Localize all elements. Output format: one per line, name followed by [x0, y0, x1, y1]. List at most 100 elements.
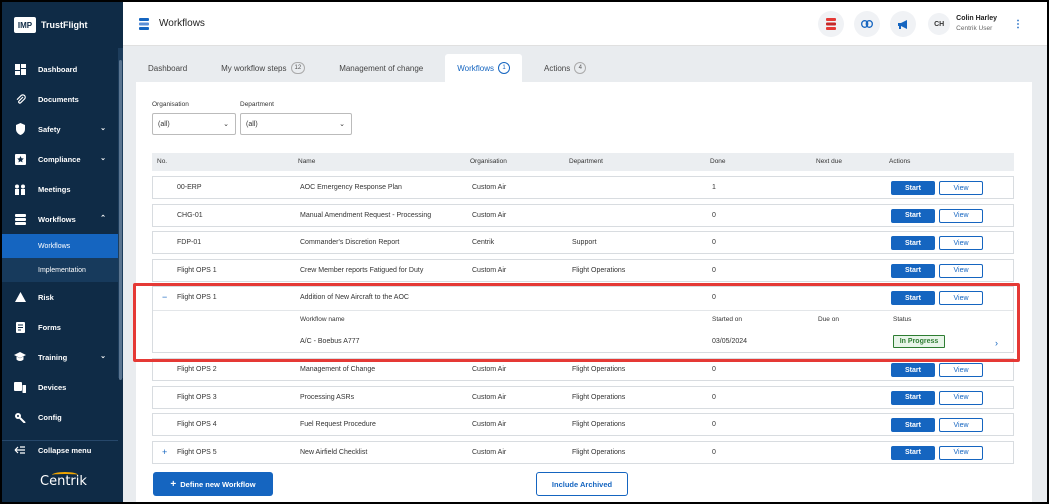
sidebar-item-risk[interactable]: Risk — [2, 282, 118, 312]
col-name[interactable]: Name — [298, 158, 315, 165]
start-button[interactable]: Start — [891, 363, 935, 377]
forms-icon — [14, 321, 26, 333]
start-button[interactable]: Start — [891, 236, 935, 250]
start-button[interactable]: Start — [891, 418, 935, 432]
view-button[interactable]: View — [939, 181, 983, 195]
expanded-table-row: − Flight OPS 1 Addition of New Aircraft … — [152, 286, 1014, 353]
table-row[interactable]: 00-ERP AOC Emergency Response Plan Custom … — [152, 176, 1014, 199]
cell-department: Flight Operations — [572, 366, 626, 373]
view-button[interactable]: View — [939, 445, 983, 460]
view-button[interactable]: View — [939, 236, 983, 250]
view-button[interactable]: View — [939, 418, 983, 432]
organisation-select[interactable]: (all) ⌄ — [152, 113, 236, 135]
stack-icon — [826, 18, 837, 30]
cell-name: Crew Member reports Fatigued for Duty — [300, 266, 424, 274]
col-next-due[interactable]: Next due — [816, 158, 842, 165]
sidebar-item-documents[interactable]: Documents — [2, 84, 118, 114]
cell-name: Addition of New Aircraft to the AOC — [300, 294, 409, 301]
count-badge: 1 — [498, 62, 510, 74]
sidebar-item-meetings[interactable]: Meetings — [2, 174, 118, 204]
sidebar-item-safety[interactable]: Safety ⌄ — [2, 114, 118, 144]
sidebar-item-compliance[interactable]: Compliance ⌄ — [2, 144, 118, 174]
cell-organisation: Custom Air — [472, 448, 507, 456]
graduation-cap-icon — [14, 351, 26, 363]
instance-workflow-name[interactable]: A/C - Boebus A777 — [300, 338, 360, 345]
user-info[interactable]: Colin Harley Centrik User — [956, 14, 997, 34]
tab-dashboard[interactable]: Dashboard — [136, 54, 199, 82]
more-options-icon[interactable]: ⋮ — [1013, 19, 1023, 30]
tab-actions[interactable]: Actions 4 — [532, 54, 598, 82]
cell-done: 1 — [712, 184, 716, 191]
department-select[interactable]: (all) ⌄ — [240, 113, 352, 135]
tab-my-workflow-steps[interactable]: My workflow steps 12 — [209, 54, 317, 82]
cell-no: Flight OPS 5 — [177, 448, 217, 456]
organisation-label: Organisation — [152, 101, 189, 108]
link-icon-button[interactable] — [854, 11, 881, 37]
cell-done: 0 — [712, 421, 716, 428]
start-button[interactable]: Start — [891, 181, 935, 195]
table-row[interactable]: Flight OPS 2 Management of Change Custom A… — [152, 358, 1014, 381]
cell-done: 0 — [712, 211, 716, 219]
include-archived-button[interactable]: Include Archived — [536, 472, 628, 496]
col-organisation[interactable]: Organisation — [470, 158, 507, 165]
start-button[interactable]: Start — [891, 291, 935, 305]
sidebar-item-forms[interactable]: Forms — [2, 312, 118, 342]
col-done[interactable]: Done — [710, 158, 726, 165]
sub-col-due-on: Due on — [818, 316, 839, 323]
collapse-menu-button[interactable]: Collapse menu — [2, 440, 118, 460]
sidebar-item-training[interactable]: Training ⌄ — [2, 342, 118, 372]
table-row[interactable]: Flight OPS 3 Processing ASRs Custom Air Fli… — [152, 385, 1014, 409]
table-row[interactable]: Flight OPS 4 Fuel Request Procedure Custom… — [152, 413, 1014, 436]
sidebar-item-config[interactable]: Config — [2, 402, 118, 432]
header-actions: CH Colin Harley Centrik User ⋮ — [808, 11, 1023, 37]
view-button[interactable]: View — [939, 263, 983, 278]
dashboard-icon — [14, 63, 26, 75]
sub-col-started-on: Started on — [712, 316, 742, 323]
sidebar-scrollbar-thumb[interactable] — [119, 60, 122, 380]
table-row[interactable]: FDP-01 Commander's Discretion Report Centr… — [152, 231, 1014, 254]
start-button[interactable]: Start — [891, 263, 935, 278]
cell-department: Flight Operations — [572, 448, 626, 456]
chevron-right-icon[interactable]: › — [995, 338, 998, 348]
start-button[interactable]: Start — [891, 390, 935, 405]
instance-started-on: 03/05/2024 — [712, 338, 748, 345]
define-new-workflow-button[interactable]: + Define new Workflow — [153, 472, 273, 496]
tab-management-of-change[interactable]: Management of change — [327, 54, 435, 82]
announcement-icon-button[interactable] — [890, 11, 917, 37]
star-icon — [14, 153, 26, 165]
sidebar-item-devices[interactable]: Devices — [2, 372, 118, 402]
table-row[interactable]: CHG-01 Manual Amendment Request - Process… — [152, 203, 1014, 227]
table-row[interactable]: + Flight OPS 5 New Airfield Checklist Custo… — [152, 440, 1014, 464]
cell-done: 0 — [712, 294, 716, 301]
table-header: No. Name Organisation Department Done Ne… — [152, 153, 1014, 171]
sidebar-item-workflows[interactable]: Workflows ⌃ — [2, 204, 118, 234]
brand-name: TrustFlight — [41, 20, 88, 30]
cell-name: Commander's Discretion Report — [300, 239, 400, 246]
stack-icon-button[interactable] — [818, 11, 845, 37]
cell-department: Flight Operations — [572, 266, 626, 274]
avatar[interactable]: CH — [928, 13, 951, 35]
sidebar-item-dashboard[interactable]: Dashboard — [2, 54, 118, 84]
cell-organisation: Custom Air — [472, 266, 507, 274]
expand-row-icon[interactable]: + — [162, 447, 167, 457]
col-department[interactable]: Department — [569, 158, 603, 165]
cell-name: Manual Amendment Request - Processing — [300, 211, 432, 219]
cell-name: Management of Change — [300, 366, 376, 373]
sidebar-subitem-workflows[interactable]: Workflows — [2, 234, 118, 258]
sidebar-subitem-implementation[interactable]: Implementation — [2, 258, 118, 282]
tab-workflows[interactable]: Workflows 1 — [445, 54, 522, 82]
tab-label: Workflows — [457, 63, 494, 73]
table-row[interactable]: Flight OPS 1 Crew Member reports Fatigued… — [152, 258, 1014, 282]
brand[interactable]: IMP TrustFlight — [2, 2, 123, 48]
view-button[interactable]: View — [939, 390, 983, 405]
collapse-row-icon[interactable]: − — [162, 292, 167, 302]
start-button[interactable]: Start — [891, 445, 935, 460]
col-no[interactable]: No. — [157, 158, 167, 165]
start-button[interactable]: Start — [891, 208, 935, 223]
centrik-logo: Centrik — [40, 474, 87, 489]
view-button[interactable]: View — [939, 291, 983, 305]
sub-col-workflow-name: Workflow name — [300, 316, 345, 323]
view-button[interactable]: View — [939, 208, 983, 223]
view-button[interactable]: View — [939, 363, 983, 377]
tab-bar: Dashboard My workflow steps 12 Management o… — [136, 54, 608, 82]
